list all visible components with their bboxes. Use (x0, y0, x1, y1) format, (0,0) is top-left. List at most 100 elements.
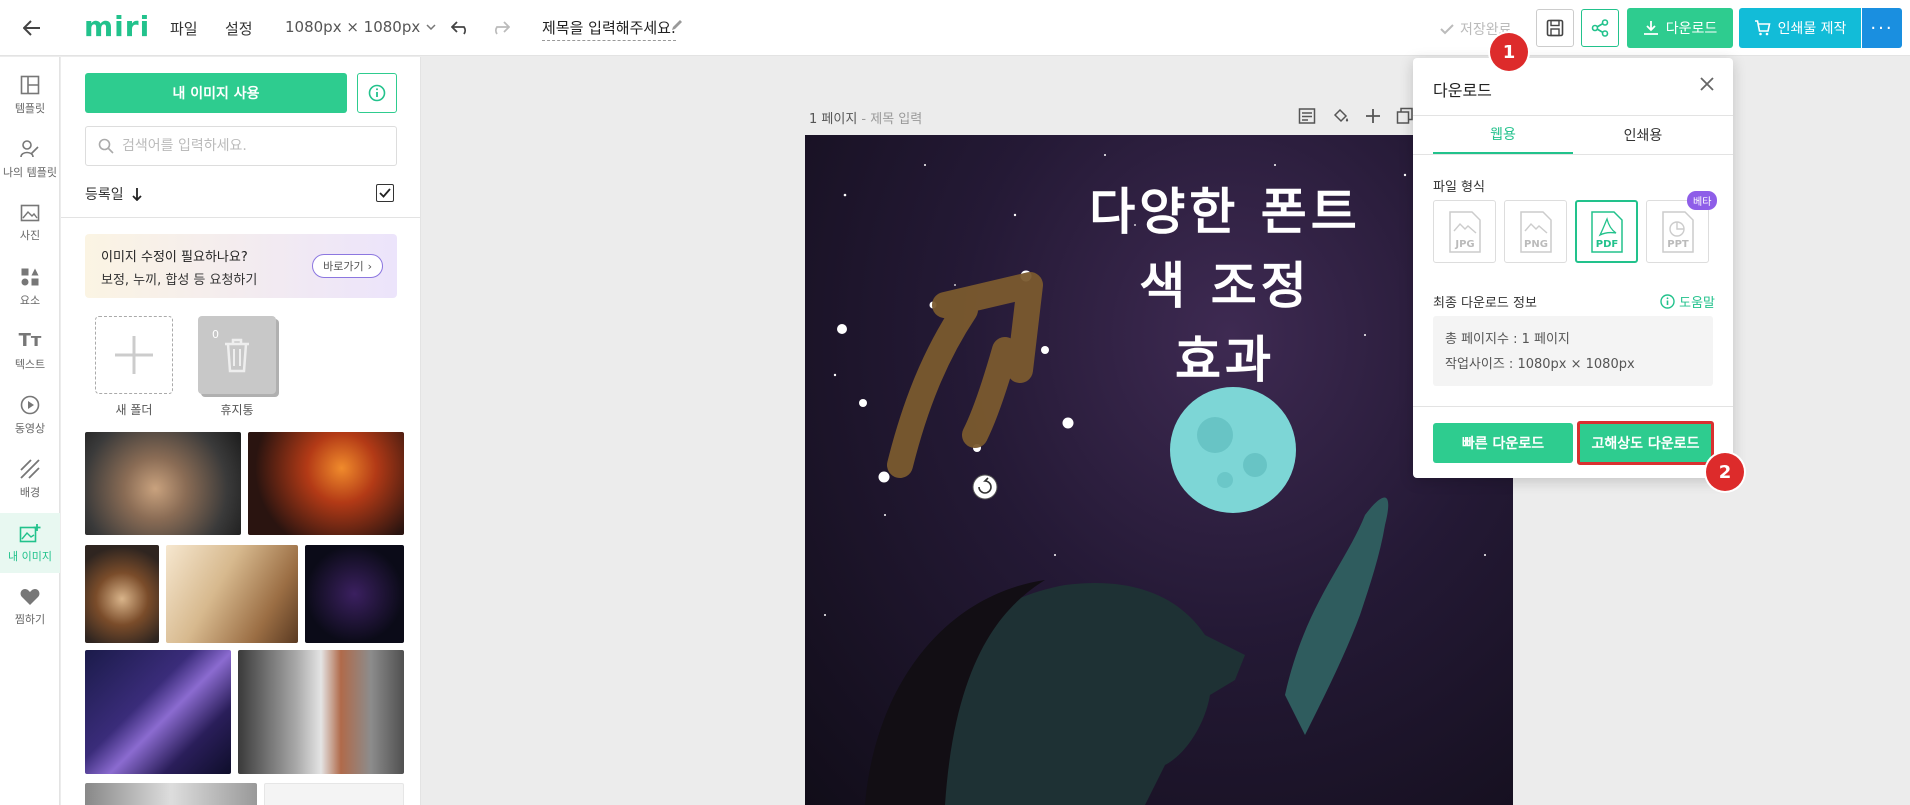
redo-icon[interactable] (487, 15, 513, 41)
cart-icon (1754, 20, 1771, 36)
document-title-input[interactable]: 제목을 입력해주세요. (542, 17, 676, 41)
canvas-size-value: 1080px × 1080px (285, 18, 421, 36)
menu-settings[interactable]: 설정 (225, 18, 253, 39)
rail-item-background[interactable]: 배경 (0, 449, 60, 509)
rail-item-photos[interactable]: 사진 (0, 193, 60, 253)
miri-logo[interactable]: miri (84, 10, 150, 43)
trash-icon (225, 338, 249, 373)
info-button[interactable] (357, 73, 397, 113)
chevron-right-icon: › (367, 259, 372, 273)
page-number: 1 페이지 (809, 112, 858, 127)
print-order-button[interactable]: 인쇄물 제작 (1739, 8, 1861, 48)
sort-by-date[interactable]: 등록일 (85, 184, 142, 204)
download-button[interactable]: 다운로드 (1627, 8, 1733, 48)
format-pdf-label: PDF (1595, 239, 1617, 250)
rail-item-video[interactable]: 동영상 (0, 385, 60, 445)
memo-icon[interactable] (1298, 107, 1316, 129)
image-thumbnail[interactable] (85, 650, 231, 774)
page-title-placeholder: - 제목 입력 (857, 112, 923, 127)
image-thumbnail[interactable] (238, 650, 404, 774)
use-my-image-button[interactable]: 내 이미지 사용 (85, 73, 347, 113)
tab-web[interactable]: 웹용 (1433, 116, 1573, 154)
elements-icon (21, 268, 39, 285)
close-icon[interactable] (1697, 74, 1717, 94)
high-resolution-download-button[interactable]: 고해상도 다운로드 (1577, 421, 1714, 465)
rail-item-templates[interactable]: 템플릿 (0, 65, 60, 125)
back-arrow-icon[interactable] (18, 14, 46, 42)
check-icon (1440, 23, 1454, 34)
beta-badge: 베타 (1687, 191, 1718, 210)
trash-label: 휴지통 (220, 403, 254, 417)
image-thumbnail[interactable] (85, 545, 159, 643)
info-icon (368, 84, 386, 102)
total-pages-text: 총 페이지수 : 1 페이지 (1445, 332, 1570, 347)
image-thumbnail[interactable] (166, 545, 298, 643)
download-dropdown-title: 다운로드 (1433, 81, 1492, 100)
image-thumbnail[interactable] (85, 783, 257, 805)
left-nav-rail: 템플릿 나의 템플릿 사진 요소 Tт 텍스트 동영상 배경 내 이미지 찜하기 (0, 57, 60, 805)
arrow-down-icon (132, 187, 142, 201)
menu-file[interactable]: 파일 (170, 18, 198, 39)
format-ppt-label: PPT (1667, 239, 1689, 250)
promo-go-button[interactable]: 바로가기 › (312, 254, 383, 278)
select-all-checkbox[interactable] (376, 184, 394, 202)
rail-item-elements[interactable]: 요소 (0, 257, 60, 317)
format-jpg[interactable]: JPG (1433, 200, 1496, 263)
final-download-info-label: 최종 다운로드 정보 (1433, 296, 1537, 311)
quick-download-button[interactable]: 빠른 다운로드 (1433, 423, 1573, 463)
format-png[interactable]: PNG (1504, 200, 1567, 263)
rail-item-text[interactable]: Tт 텍스트 (0, 321, 60, 381)
rail-item-my-images[interactable]: 내 이미지 (0, 513, 60, 573)
trash-box: 0 (198, 316, 276, 394)
format-jpg-label: JPG (1454, 239, 1474, 250)
pencil-icon[interactable] (670, 18, 684, 36)
rail-label: 나의 템플릿 (2, 165, 58, 179)
more-options-button[interactable]: ··· (1862, 8, 1902, 48)
rail-item-favorites[interactable]: 찜하기 (0, 577, 60, 637)
canvas-headline-line3[interactable]: 효과 (995, 323, 1455, 397)
rail-label: 요소 (19, 293, 41, 307)
image-thumbnail[interactable] (264, 783, 404, 805)
my-template-icon (20, 139, 39, 157)
canvas-size-dropdown[interactable]: 1080px × 1080px (285, 18, 436, 36)
duplicate-page-icon[interactable] (1396, 107, 1414, 129)
trash-folder[interactable]: 0 휴지통 (197, 316, 277, 418)
jpg-file-icon: JPG (1448, 210, 1481, 253)
rail-label: 템플릿 (14, 101, 46, 115)
check-icon (379, 188, 391, 198)
search-icon (98, 138, 114, 154)
tab-divider (1413, 154, 1733, 155)
template-icon (20, 75, 40, 94)
new-folder-label: 새 폴더 (115, 403, 153, 417)
footer-divider (1413, 406, 1733, 407)
new-folder[interactable]: 새 폴더 (94, 316, 174, 418)
trash-count: 0 (212, 328, 219, 341)
undo-icon[interactable] (448, 15, 474, 41)
page-label[interactable]: 1 페이지 - 제목 입력 (809, 108, 922, 127)
my-images-panel: 내 이미지 사용 등록일 이미지 수정이 필요하나요? 보정, 누끼, 합성 등… (61, 57, 421, 805)
design-canvas[interactable]: 다양한 폰트 색 조정 효과 (805, 135, 1513, 805)
image-edit-promo-banner: 이미지 수정이 필요하나요? 보정, 누끼, 합성 등 요청하기 바로가기 › (85, 234, 397, 298)
save-button[interactable] (1536, 9, 1574, 47)
pdf-file-icon: PDF (1590, 210, 1623, 253)
canvas-headline-line1[interactable]: 다양한 폰트 (995, 175, 1455, 249)
image-thumbnail[interactable] (85, 432, 241, 535)
add-page-icon[interactable] (1364, 107, 1382, 129)
rail-label: 사진 (19, 228, 41, 242)
rail-label: 찜하기 (14, 612, 46, 626)
help-link[interactable]: 도움말 (1660, 292, 1715, 311)
text-icon: Tт (18, 330, 42, 351)
rail-item-my-templates[interactable]: 나의 템플릿 (0, 129, 60, 189)
search-box (85, 126, 397, 166)
ppt-file-icon: PPT (1661, 210, 1694, 253)
tab-print[interactable]: 인쇄용 (1573, 116, 1713, 154)
paint-bucket-icon[interactable] (1332, 107, 1350, 129)
image-thumbnail[interactable] (248, 432, 404, 535)
canvas-headline-line2[interactable]: 색 조정 (995, 249, 1455, 323)
image-thumbnail[interactable] (305, 545, 404, 643)
rail-label: 동영상 (14, 421, 46, 435)
share-button[interactable] (1581, 9, 1619, 47)
format-pdf[interactable]: PDF (1575, 200, 1638, 263)
my-image-icon (19, 523, 41, 542)
search-input[interactable] (122, 138, 382, 154)
